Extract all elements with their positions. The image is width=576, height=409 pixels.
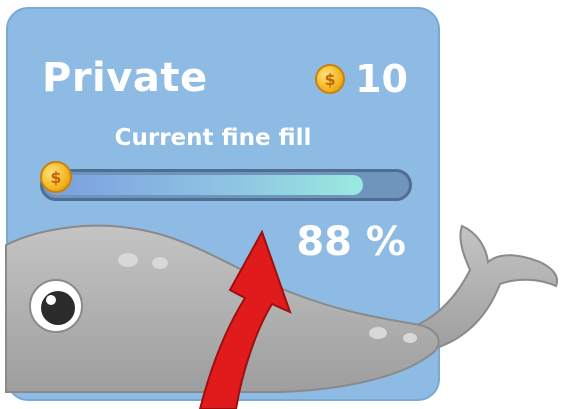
progress-percent: 88 % [296, 219, 406, 265]
fine-card: Private $ 10 Current fine fill 88 % [6, 7, 440, 401]
fine-progress-fill [46, 175, 363, 195]
progress-subtitle: Current fine fill [114, 125, 312, 151]
coin-balance: $ 10 [315, 57, 408, 101]
card-title: Private [42, 55, 208, 101]
coin-count: 10 [355, 57, 408, 101]
fine-progress-bar [40, 169, 412, 201]
progress-coin-icon: $ [40, 161, 72, 193]
coin-icon: $ [315, 64, 346, 94]
